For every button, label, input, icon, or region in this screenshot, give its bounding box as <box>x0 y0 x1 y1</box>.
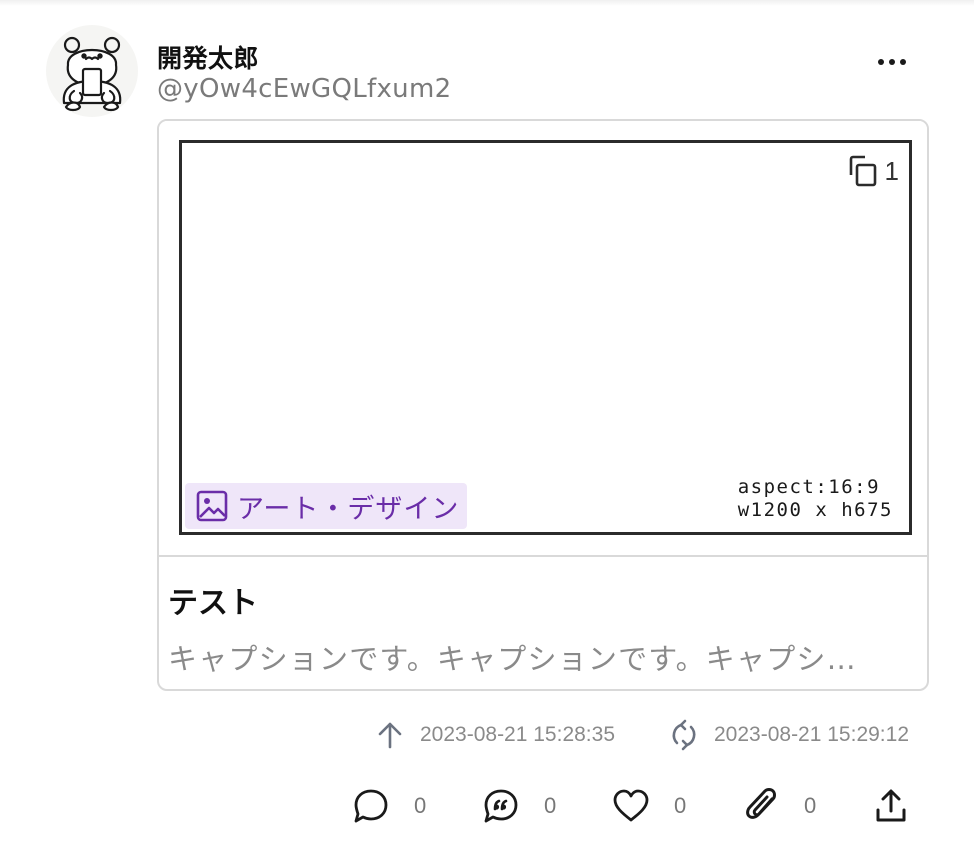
dimensions-text: w1200 x h675 <box>737 499 893 521</box>
author-name[interactable]: 開発太郎 <box>157 39 259 75</box>
like-count: 0 <box>674 793 687 818</box>
posted-timestamp: 2023-08-21 15:28:35 <box>374 718 615 752</box>
more-options-button[interactable] <box>866 44 918 80</box>
comment-count: 0 <box>414 793 427 818</box>
image-category-icon <box>196 490 228 522</box>
author-handle[interactable]: @yOw4cEwGQLfxum2 <box>157 74 451 104</box>
image-count: 1 <box>884 155 899 186</box>
category-label: アート・デザイン <box>237 493 460 525</box>
image-count-badge: 1 <box>843 153 899 189</box>
updated-timestamp: 2023-08-21 15:29:12 <box>668 718 909 752</box>
comment-button[interactable]: 0 <box>352 786 426 826</box>
post-caption: キャプションです。キャプションです。キャプシ… <box>168 642 857 676</box>
paperclip-icon <box>746 788 776 819</box>
quote-button[interactable]: 0 <box>482 786 556 826</box>
aspect-ratio-text: aspect:16:9 <box>737 476 881 498</box>
post-card[interactable]: 1 aspect:16:9 w1200 x h675 アート・デザイン テスト … <box>157 119 929 691</box>
share-icon <box>876 789 906 822</box>
share-button[interactable] <box>874 786 908 826</box>
refresh-icon <box>672 719 696 751</box>
more-horizontal-icon <box>878 59 906 65</box>
quote-icon <box>484 789 518 823</box>
post-image-area[interactable]: 1 aspect:16:9 w1200 x h675 アート・デザイン <box>159 121 927 557</box>
aspect-label: aspect:16:9 w1200 x h675 <box>738 476 893 522</box>
post-image: 1 aspect:16:9 w1200 x h675 アート・デザイン <box>179 140 912 535</box>
bear-avatar-icon <box>62 36 122 112</box>
arrow-up-icon <box>378 722 402 749</box>
like-button[interactable]: 0 <box>612 786 686 826</box>
clip-button[interactable]: 0 <box>744 786 816 826</box>
post-title: テスト <box>168 586 258 621</box>
quote-count: 0 <box>544 793 557 818</box>
updated-at-text: 2023-08-21 15:29:12 <box>714 723 909 746</box>
avatar[interactable] <box>46 25 138 117</box>
category-chip[interactable]: アート・デザイン <box>185 483 468 529</box>
comment-icon <box>354 789 388 823</box>
clip-count: 0 <box>804 793 817 818</box>
heart-icon <box>613 789 649 822</box>
posted-at-text: 2023-08-21 15:28:35 <box>420 723 615 746</box>
copy-images-icon <box>849 155 876 187</box>
top-divider <box>0 0 974 6</box>
